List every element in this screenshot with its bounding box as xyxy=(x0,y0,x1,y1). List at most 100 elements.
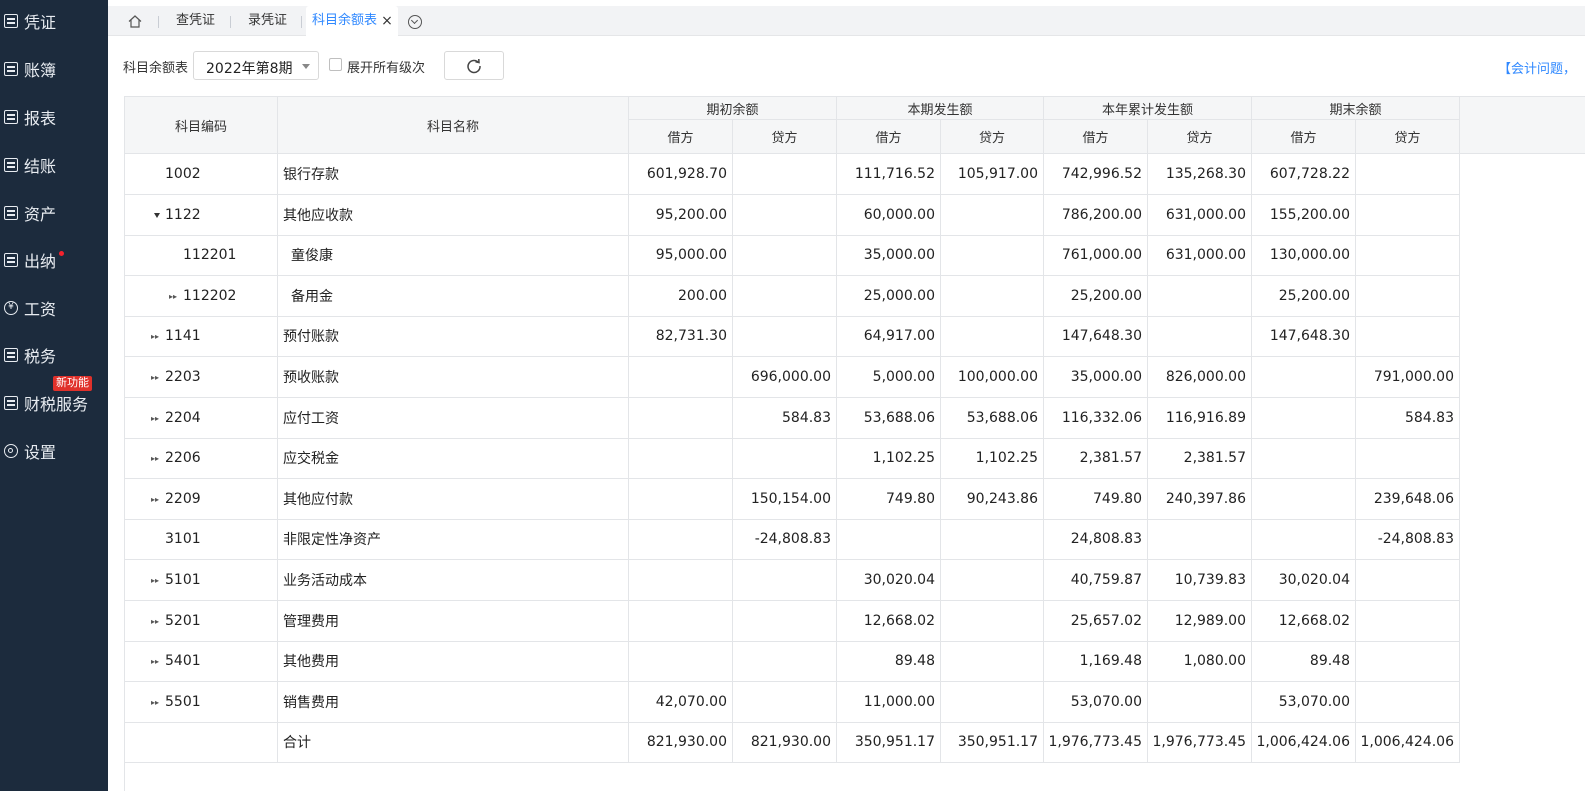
sidebar-item-label: 资产 xyxy=(24,205,57,224)
cell-credit: 821,930.00 xyxy=(733,722,837,763)
sidebar-item-ledger[interactable]: 账簿 xyxy=(0,49,108,89)
cell-debit: 25,657.02 xyxy=(1044,601,1148,642)
cell-account-name[interactable]: 管理费用 xyxy=(278,601,629,642)
cell-account-name[interactable]: 其他费用 xyxy=(278,641,629,682)
cell-credit xyxy=(1356,276,1460,317)
closing-icon xyxy=(4,158,18,172)
sidebar-item-report[interactable]: 报表 xyxy=(0,97,108,137)
cell-debit xyxy=(629,398,733,439)
cell-account-name[interactable]: 银行存款 xyxy=(278,154,629,195)
cell-account-name[interactable]: 预收账款 xyxy=(278,357,629,398)
sidebar-item-salary[interactable]: ¥ 工资 xyxy=(0,288,108,328)
cell-credit: 12,989.00 xyxy=(1148,601,1252,642)
cell-account-name[interactable]: 预付账款 xyxy=(278,316,629,357)
home-icon[interactable] xyxy=(128,15,142,28)
sidebar-item-label: 账簿 xyxy=(24,61,57,80)
header-group-ytd: 本年累计发生额 xyxy=(1044,97,1252,120)
chevron-down-icon[interactable] xyxy=(408,15,422,29)
code-wrapper: ▸▸ 5101 xyxy=(125,572,201,588)
header-credit: 贷方 xyxy=(733,120,837,154)
page-title: 科目余额表 xyxy=(123,61,189,76)
expand-icon[interactable]: ▸▸ xyxy=(151,451,165,465)
tab-separator xyxy=(301,16,302,28)
cell-debit: 64,917.00 xyxy=(837,316,941,357)
cell-account-name[interactable]: 应付工资 xyxy=(278,398,629,439)
sidebar-item-voucher[interactable]: 凭证 xyxy=(0,1,108,41)
cell-debit: 89.48 xyxy=(1252,641,1356,682)
cell-credit xyxy=(941,560,1044,601)
cell-credit: 791,000.00 xyxy=(1356,357,1460,398)
cell-account-name[interactable]: 销售费用 xyxy=(278,682,629,723)
sidebar-item-closing[interactable]: 结账 xyxy=(0,145,108,185)
cell-account-code: ▸▸ 112202 xyxy=(125,276,278,317)
cell-debit: 1,169.48 xyxy=(1044,641,1148,682)
sidebar-item-cashier[interactable]: 出纳 xyxy=(0,240,108,280)
expand-all-checkbox[interactable] xyxy=(329,58,342,71)
cell-credit: 2,381.57 xyxy=(1148,438,1252,479)
sidebar-item-asset[interactable]: 资产 xyxy=(0,193,108,233)
cell-credit: -24,808.83 xyxy=(1356,519,1460,560)
cell-credit xyxy=(733,601,837,642)
header-credit: 贷方 xyxy=(941,120,1044,154)
ledger-icon xyxy=(4,62,18,76)
expand-icon[interactable]: ▸▸ xyxy=(151,654,165,668)
account-code: 112202 xyxy=(183,288,237,304)
cell-credit: 116,916.89 xyxy=(1148,398,1252,439)
period-select[interactable]: 2022年第8期 xyxy=(193,51,319,80)
cell-account-name[interactable]: 备用金 xyxy=(278,276,629,317)
expand-icon[interactable]: ▸▸ xyxy=(151,573,165,587)
cell-debit: 11,000.00 xyxy=(837,682,941,723)
cell-debit: 25,000.00 xyxy=(837,276,941,317)
cell-debit: 42,070.00 xyxy=(629,682,733,723)
cell-account-code: ▸▸ 5401 xyxy=(125,641,278,682)
cell-credit: 1,976,773.45 xyxy=(1148,722,1252,763)
cell-debit: 147,648.30 xyxy=(1044,316,1148,357)
expand-icon[interactable]: ▸▸ xyxy=(169,289,183,303)
cell-credit: 826,000.00 xyxy=(1148,357,1252,398)
cell-debit: 601,928.70 xyxy=(629,154,733,195)
cell-account-name[interactable]: 业务活动成本 xyxy=(278,560,629,601)
tab-label: 科目余额表 xyxy=(312,13,378,28)
cell-debit: 2,381.57 xyxy=(1044,438,1148,479)
expand-icon[interactable]: ▸▸ xyxy=(151,329,165,343)
expand-all-label[interactable]: 展开所有级次 xyxy=(347,57,425,76)
cell-account-code: 1002 xyxy=(125,154,278,195)
help-link[interactable]: 【会计问题， xyxy=(1498,58,1576,77)
sidebar-item-settings[interactable]: 设置 xyxy=(0,431,108,471)
refresh-icon xyxy=(467,58,481,74)
cell-account-name[interactable]: 其他应付款 xyxy=(278,479,629,520)
cell-debit xyxy=(629,479,733,520)
cell-credit: 584.83 xyxy=(1356,398,1460,439)
cell-debit: 130,000.00 xyxy=(1252,235,1356,276)
expand-icon[interactable]: ▸▸ xyxy=(151,695,165,709)
expand-icon[interactable]: ▸▸ xyxy=(151,411,165,425)
cell-debit: 35,000.00 xyxy=(1044,357,1148,398)
close-icon[interactable]: × xyxy=(380,14,394,28)
account-code: 2209 xyxy=(165,491,201,507)
header-name: 科目名称 xyxy=(278,97,629,154)
total-label: 合计 xyxy=(278,722,629,763)
cell-account-name[interactable]: 应交税金 xyxy=(278,438,629,479)
header-group-opening: 期初余额 xyxy=(629,97,837,120)
expand-icon[interactable]: ▸▸ xyxy=(151,370,165,384)
sidebar-item-tax-service[interactable]: 财税服务 xyxy=(0,383,108,423)
cell-account-name[interactable]: 其他应收款 xyxy=(278,195,629,236)
tab-enter-voucher[interactable]: 录凭证 xyxy=(248,6,287,36)
refresh-button[interactable] xyxy=(444,51,504,80)
cell-account-code: 112201 xyxy=(125,235,278,276)
account-code: 3101 xyxy=(165,531,201,547)
sidebar-item-tax[interactable]: 税务 xyxy=(0,335,108,375)
cell-credit: 100,000.00 xyxy=(941,357,1044,398)
cell-credit xyxy=(733,276,837,317)
cell-debit: 116,332.06 xyxy=(1044,398,1148,439)
tab-query-voucher[interactable]: 查凭证 xyxy=(176,6,215,36)
account-code: 5401 xyxy=(165,653,201,669)
cell-account-name[interactable]: 非限定性净资产 xyxy=(278,519,629,560)
expand-icon[interactable]: ▸▸ xyxy=(151,614,165,628)
expand-icon[interactable]: ▸▸ xyxy=(151,492,165,506)
cell-account-code: 3101 xyxy=(125,519,278,560)
cell-account-name[interactable]: 童俊康 xyxy=(278,235,629,276)
header-filler xyxy=(1460,97,1585,154)
account-code: 5201 xyxy=(165,613,201,629)
collapse-icon[interactable] xyxy=(151,208,165,222)
